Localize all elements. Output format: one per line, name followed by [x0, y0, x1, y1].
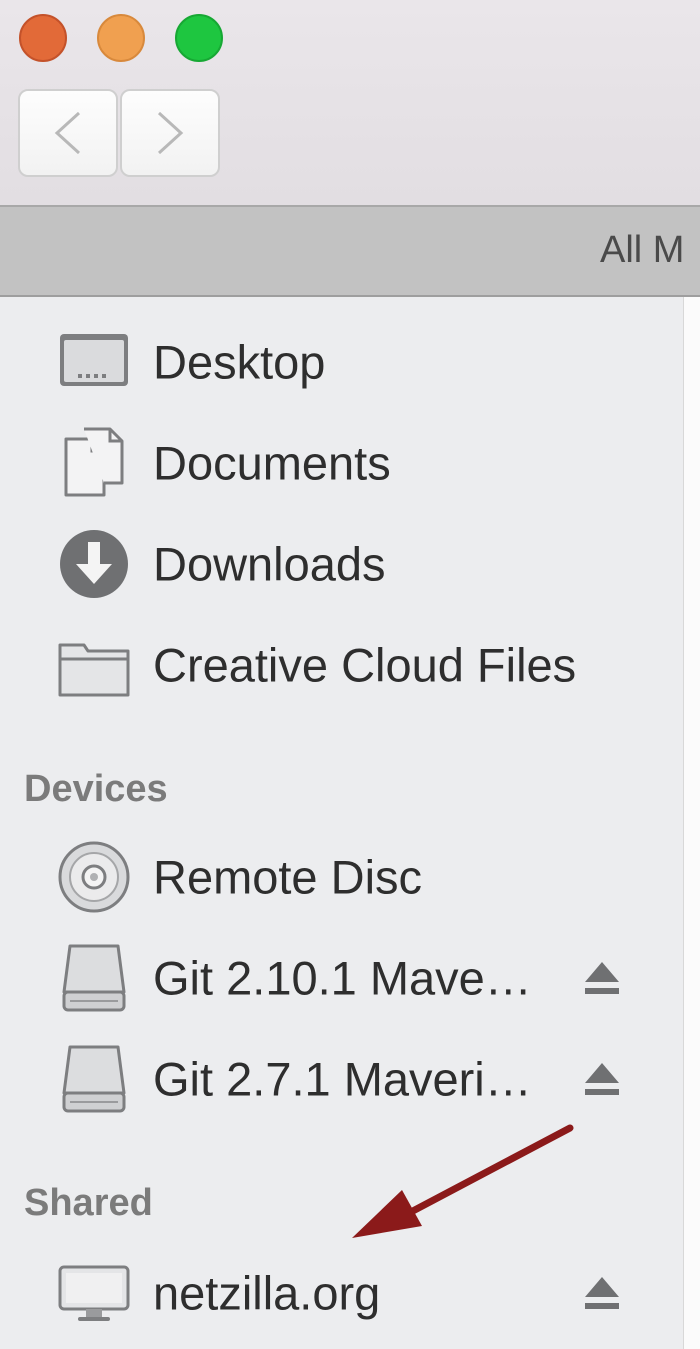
- zoom-button[interactable]: [175, 14, 223, 62]
- navigation-buttons: [18, 89, 220, 177]
- sidebar-item-label: Git 2.7.1 Maveri…: [153, 1052, 532, 1106]
- eject-icon[interactable]: [583, 1273, 621, 1313]
- eject-icon[interactable]: [583, 958, 621, 998]
- forward-button[interactable]: [120, 89, 220, 177]
- sidebar-item-creative-cloud-files[interactable]: Creative Cloud Files: [0, 620, 683, 710]
- tab-all-my-files[interactable]: All M: [600, 229, 684, 272]
- eject-icon[interactable]: [583, 1059, 621, 1099]
- disc-icon: [58, 841, 130, 913]
- sidebar-item-remote-disc[interactable]: Remote Disc: [0, 832, 683, 922]
- sidebar-item-label: Git 2.10.1 Mave…: [153, 951, 532, 1005]
- sidebar-item-label: Creative Cloud Files: [153, 638, 577, 692]
- sidebar-item-label: Desktop: [153, 335, 326, 389]
- downloads-icon: [60, 530, 128, 598]
- sidebar-item-git-2-10-1[interactable]: Git 2.10.1 Mave…: [0, 933, 683, 1023]
- sidebar-item-label: Documents: [153, 436, 391, 490]
- content-pane-edge: [683, 297, 700, 1349]
- back-button[interactable]: [18, 89, 118, 177]
- drive-icon: [62, 1045, 126, 1113]
- section-header-devices: Devices: [24, 768, 168, 810]
- sidebar-item-label: Remote Disc: [153, 850, 423, 904]
- drive-icon: [62, 944, 126, 1012]
- sidebar: Desktop Documents Downloads Creative Clo…: [0, 297, 683, 1349]
- sidebar-item-netzilla[interactable]: netzilla.org: [0, 1248, 683, 1338]
- desktop-icon: [60, 334, 128, 386]
- tab-bar: All M: [0, 205, 700, 297]
- sidebar-item-desktop[interactable]: Desktop: [0, 317, 683, 407]
- sidebar-item-documents[interactable]: Documents: [0, 418, 683, 508]
- chevron-right-icon: [157, 111, 184, 155]
- sidebar-item-downloads[interactable]: Downloads: [0, 519, 683, 609]
- minimize-button[interactable]: [97, 14, 145, 62]
- documents-icon: [64, 427, 124, 497]
- sidebar-item-git-2-7-1[interactable]: Git 2.7.1 Maveri…: [0, 1034, 683, 1124]
- close-button[interactable]: [19, 14, 67, 62]
- section-header-shared: Shared: [24, 1182, 153, 1224]
- sidebar-item-label: Downloads: [153, 537, 386, 591]
- folder-icon: [58, 643, 130, 697]
- sidebar-item-label: netzilla.org: [153, 1266, 381, 1320]
- chevron-left-icon: [54, 111, 81, 155]
- monitor-icon: [58, 1265, 130, 1321]
- window-titlebar: [0, 0, 700, 205]
